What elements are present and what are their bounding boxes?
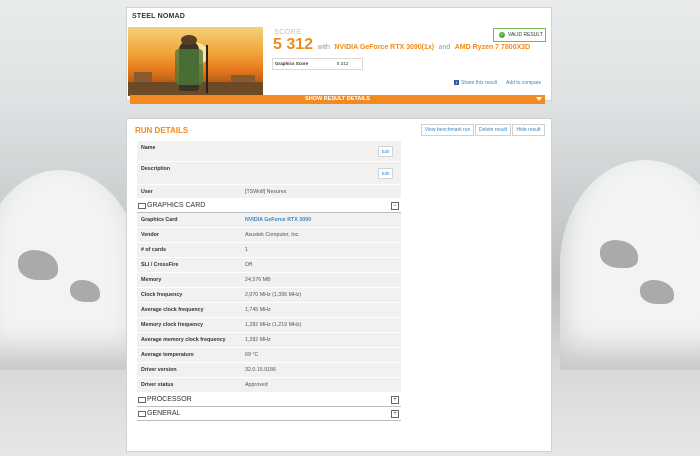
detail-key: Average memory clock frequency bbox=[141, 337, 226, 343]
table-row: Average clock frequency 1,745 MHz bbox=[137, 303, 401, 318]
table-row: Vendor Asustek Computer, Inc. bbox=[137, 228, 401, 243]
table-row: Driver version 32.0.15.9186 bbox=[137, 363, 401, 378]
score-value: 5 312 bbox=[273, 36, 314, 53]
detail-key: Driver version bbox=[141, 367, 177, 373]
detail-value: 1 bbox=[245, 247, 248, 253]
cpu-name: AMD Ryzen 7 7800X3D bbox=[454, 44, 531, 51]
table-row: Memory clock frequency 1,282 MHz (1,219 M… bbox=[137, 318, 401, 333]
check-icon: ✓ bbox=[499, 32, 505, 38]
detail-key: Name bbox=[141, 145, 156, 151]
graphics-score-label: Graphics Score bbox=[275, 61, 309, 66]
detail-row-user: User [TSWolf] Nexures bbox=[137, 185, 401, 199]
detail-value: 69 °C bbox=[245, 352, 259, 358]
detail-value: [TSWolf] Nexures bbox=[245, 189, 287, 195]
collapse-icon[interactable]: − bbox=[391, 202, 399, 210]
delete-result-button[interactable]: Delete result bbox=[475, 124, 511, 136]
valid-result-badge: ✓ VALID RESULT bbox=[493, 28, 546, 42]
table-row: Average memory clock frequency 1,282 MHz bbox=[137, 333, 401, 348]
detail-key: Description bbox=[141, 166, 171, 172]
detail-value: 1,745 MHz bbox=[245, 307, 271, 313]
detail-key: Clock frequency bbox=[141, 292, 183, 298]
run-details-panel: RUN DETAILS View benchmark run Delete re… bbox=[126, 118, 552, 452]
add-to-compare-link[interactable]: Add to compare bbox=[506, 80, 541, 86]
detail-key: Average clock frequency bbox=[141, 307, 204, 313]
detail-key: # of cards bbox=[141, 247, 167, 253]
score-and-text: and bbox=[438, 44, 451, 51]
view-benchmark-run-button[interactable]: View benchmark run bbox=[421, 124, 474, 136]
expand-icon[interactable]: + bbox=[391, 396, 399, 404]
share-result-link[interactable]: f Share this result bbox=[454, 80, 497, 86]
detail-value: Off bbox=[245, 262, 252, 268]
facebook-icon: f bbox=[454, 80, 459, 86]
table-row: Graphics Card NVIDIA GeForce RTX 3090 bbox=[137, 213, 401, 228]
cpu-icon bbox=[138, 397, 146, 403]
valid-result-label: VALID RESULT bbox=[508, 32, 543, 38]
detail-key: SLI / CrossFire bbox=[141, 262, 179, 268]
detail-key: User bbox=[141, 189, 153, 195]
table-row: Memory 24,576 MB bbox=[137, 273, 401, 288]
graphics-rows: Graphics Card NVIDIA GeForce RTX 3090 Vend… bbox=[137, 213, 401, 393]
result-header-panel: STEEL NOMAD bbox=[126, 7, 552, 101]
section-graphics-card[interactable]: GRAPHICS CARD − bbox=[137, 199, 401, 213]
detail-key: Average temperature bbox=[141, 352, 194, 358]
chevron-down-icon bbox=[536, 97, 542, 101]
table-row: Average temperature 69 °C bbox=[137, 348, 401, 363]
detail-value: 1,282 MHz (1,219 MHz) bbox=[245, 322, 302, 328]
detail-value: 2,070 MHz (1,395 MHz) bbox=[245, 292, 302, 298]
show-result-details-bar[interactable]: SHOW RESULT DETAILS bbox=[130, 95, 545, 104]
benchmark-thumbnail bbox=[128, 27, 263, 96]
details-table: Name Edit Description Edit User [TSWolf]… bbox=[137, 141, 401, 421]
detail-row-name: Name Edit bbox=[137, 141, 401, 162]
table-row: Driver status Approved bbox=[137, 378, 401, 393]
detail-value: 24,576 MB bbox=[245, 277, 271, 283]
table-row: SLI / CrossFire Off bbox=[137, 258, 401, 273]
table-row: # of cards 1 bbox=[137, 243, 401, 258]
edit-description-button[interactable]: Edit bbox=[378, 168, 393, 179]
section-processor[interactable]: PROCESSOR + bbox=[137, 393, 401, 407]
hide-result-button[interactable]: Hide result bbox=[512, 124, 545, 136]
section-title: GENERAL bbox=[147, 410, 181, 417]
detail-value: Approved bbox=[245, 382, 268, 388]
show-result-details-label: SHOW RESULT DETAILS bbox=[305, 96, 370, 102]
detail-key: Vendor bbox=[141, 232, 159, 238]
benchmark-title: STEEL NOMAD bbox=[132, 13, 186, 20]
gpu-name: NVIDIA GeForce RTX 3090(1x) bbox=[334, 44, 435, 51]
score-with-text: with bbox=[317, 44, 330, 51]
edit-name-button[interactable]: Edit bbox=[378, 146, 393, 157]
section-title: PROCESSOR bbox=[147, 396, 192, 403]
expand-icon[interactable]: + bbox=[391, 410, 399, 418]
run-details-title: RUN DETAILS bbox=[135, 126, 189, 135]
laptop-icon bbox=[138, 411, 146, 417]
monitor-icon bbox=[138, 203, 146, 209]
table-row: Clock frequency 2,070 MHz (1,395 MHz) bbox=[137, 288, 401, 303]
detail-key: Memory clock frequency bbox=[141, 322, 204, 328]
detail-key: Graphics Card bbox=[141, 217, 178, 223]
share-label: Share this result bbox=[461, 80, 498, 86]
section-title: GRAPHICS CARD bbox=[147, 202, 206, 209]
score-line: 5 312 with NVIDIA GeForce RTX 3090(1x) a… bbox=[273, 36, 530, 54]
graphics-card-link[interactable]: NVIDIA GeForce RTX 3090 bbox=[245, 217, 311, 223]
detail-key: Driver status bbox=[141, 382, 174, 388]
score-label: SCORE bbox=[274, 29, 302, 36]
detail-row-description: Description Edit bbox=[137, 162, 401, 185]
section-general[interactable]: GENERAL + bbox=[137, 407, 401, 421]
graphics-score-box: Graphics Score 5 312 bbox=[272, 58, 363, 70]
detail-key: Memory bbox=[141, 277, 162, 283]
detail-value: 32.0.15.9186 bbox=[245, 367, 276, 373]
graphics-score-value: 5 312 bbox=[337, 61, 349, 66]
detail-value: 1,282 MHz bbox=[245, 337, 271, 343]
detail-value: Asustek Computer, Inc. bbox=[245, 232, 300, 238]
